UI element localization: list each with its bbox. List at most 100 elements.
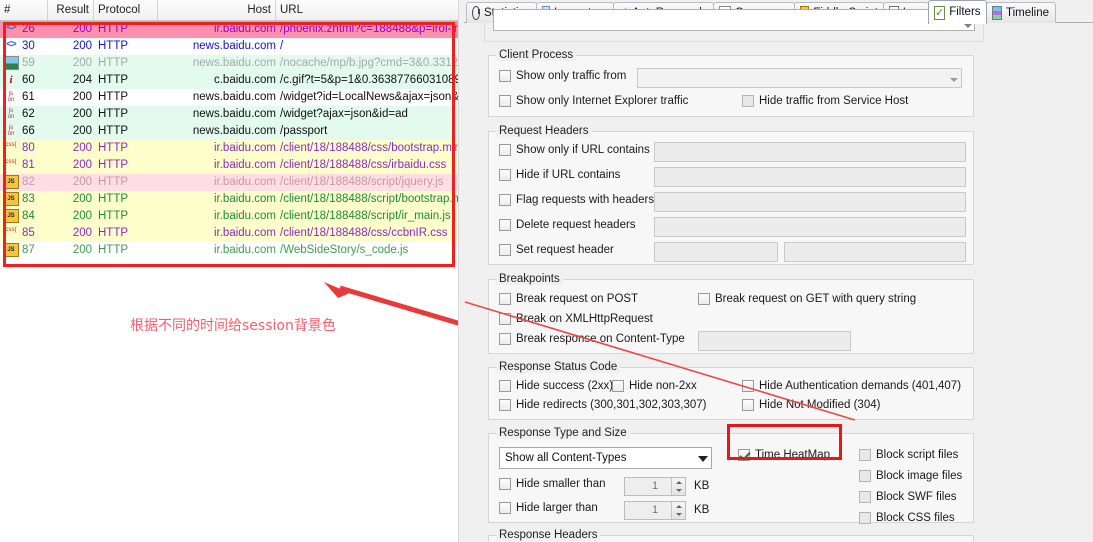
input-flag-requests-with-headers[interactable] [654, 192, 966, 212]
cell-number: 61 [22, 91, 35, 103]
stepper-arrows-icon[interactable] [671, 502, 685, 519]
filters-check-icon: ✓ [934, 5, 946, 20]
checkbox-box[interactable] [499, 219, 511, 231]
table-row[interactable]: css{85 200 HTTP ir.baidu.com/client/18/1884… [0, 225, 464, 242]
table-row[interactable]: css{80 200 HTTP ir.baidu.com/client/18/1884… [0, 140, 464, 157]
session-list-pane[interactable]: # Result Protocol Host URL < >26 200 HTTP i… [0, 0, 464, 542]
checkbox-box[interactable] [499, 95, 511, 107]
checkbox-set-request-header[interactable]: Set request header [499, 244, 614, 256]
stepper-hide-larger-than[interactable]: 1 [624, 501, 686, 520]
cell-protocol: HTTP [98, 91, 129, 103]
session-list-header: # Result Protocol Host URL [0, 0, 464, 21]
session-rows[interactable]: < > 26 200 HTTP ir.baidu.com/phoenix.zhtml?c… [0, 21, 464, 266]
chevron-down-icon [950, 78, 958, 82]
cell-host: news.baidu.com [192, 91, 276, 103]
table-row[interactable]: JS 82 200 HTTP ir.baidu.com/client/18/188488… [0, 174, 464, 191]
info-icon: i [9, 74, 13, 86]
table-row[interactable]: js on 66 200 HTTP news.baidu.com/passport [0, 123, 464, 140]
chevron-down-icon [964, 24, 972, 28]
cell-result: 200 [72, 57, 92, 69]
table-row[interactable]: JS 83 200 HTTP ir.baidu.com/client/18/188488… [0, 191, 464, 208]
cell-number: 66 [22, 125, 35, 137]
checkbox-box[interactable] [859, 449, 871, 461]
cell-result: 200 [72, 210, 92, 222]
cell-host: news.baidu.com [192, 57, 276, 69]
checkbox-flag-requests-with-headers[interactable]: Flag requests with headers [499, 194, 654, 206]
cell-protocol: HTTP [98, 193, 129, 205]
checkbox-hide-larger-than[interactable]: Hide larger than [499, 502, 598, 514]
checkbox-block-swf-files[interactable]: Block SWF files [859, 491, 957, 503]
group-response-headers: Response Headers [488, 529, 974, 542]
stepper-hide-smaller-than[interactable]: 1 [624, 477, 686, 496]
checkbox-hide-smaller-than[interactable]: Hide smaller than [499, 478, 605, 490]
checkbox-block-script-files[interactable]: Block script files [859, 449, 958, 461]
column-header-number[interactable]: # [0, 0, 48, 20]
table-row[interactable]: i 60 204 HTTP c.baidu.com/c.gif?t=5&p=1&0.36… [0, 72, 464, 89]
tab-filters[interactable]: ✓ Filters [928, 0, 987, 24]
checkbox-box[interactable] [859, 512, 871, 524]
input-show-only-if-url-contains[interactable] [654, 142, 966, 162]
checkbox-box[interactable] [742, 95, 754, 107]
checkbox-show-only-if-url-contains[interactable]: Show only if URL contains [499, 144, 650, 156]
checkbox-hide-if-url-contains[interactable]: Hide if URL contains [499, 169, 620, 181]
cell-host: news.baidu.com [192, 125, 276, 137]
cell-result: 200 [72, 176, 92, 188]
use-filters-combo[interactable] [493, 9, 975, 31]
stepper-arrows-icon[interactable] [671, 478, 685, 495]
cell-protocol: HTTP [98, 57, 129, 69]
table-row[interactable]: css{81 200 HTTP ir.baidu.com/client/18/1884… [0, 157, 464, 174]
table-row[interactable]: JS 87 200 HTTP ir.baidu.com/WebSideStory/s_c… [0, 242, 464, 259]
column-header-result[interactable]: Result [48, 0, 94, 20]
checkbox-label: Set request header [516, 244, 614, 256]
checkbox-box[interactable] [859, 491, 871, 503]
cell-host: ir.baidu.com [213, 193, 276, 205]
column-header-host[interactable]: Host [158, 0, 276, 20]
table-row[interactable]: JS 84 200 HTTP ir.baidu.com/client/18/188488… [0, 208, 464, 225]
checkbox-box[interactable] [499, 70, 511, 82]
checkbox-hide-service-host[interactable]: Hide traffic from Service Host [742, 95, 908, 107]
cell-result: 200 [72, 159, 92, 171]
checkbox-show-only-traffic-from[interactable]: Show only traffic from [499, 70, 626, 82]
checkbox-box[interactable] [738, 449, 750, 461]
group-label-request-headers: Request Headers [496, 125, 592, 137]
cell-protocol: HTTP [98, 159, 129, 171]
checkbox-block-css-files[interactable]: Block CSS files [859, 512, 955, 524]
input-hide-if-url-contains[interactable] [654, 167, 966, 187]
input-set-request-header-name[interactable] [654, 242, 778, 262]
table-row[interactable]: < > 26 200 HTTP ir.baidu.com/phoenix.zhtml?c… [0, 21, 464, 38]
input-delete-request-headers[interactable] [654, 217, 966, 237]
cell-protocol: HTTP [98, 125, 129, 137]
table-row[interactable]: < > 30 200 HTTP news.baidu.com / [0, 38, 464, 55]
input-set-request-header-value[interactable] [784, 242, 966, 262]
checkbox-box[interactable] [499, 194, 511, 206]
content-types-select[interactable]: Show all Content-Types [499, 447, 712, 469]
checkbox-box[interactable] [499, 502, 511, 514]
checkbox-box[interactable] [859, 470, 871, 482]
cell-number: 60 [22, 74, 35, 86]
checkbox-delete-request-headers[interactable]: Delete request headers [499, 219, 636, 231]
checkbox-box[interactable] [499, 478, 511, 490]
tab-timeline[interactable]: Timeline [986, 2, 1056, 23]
checkbox-show-only-ie-traffic[interactable]: Show only Internet Explorer traffic [499, 95, 688, 107]
checkbox-block-image-files[interactable]: Block image files [859, 470, 962, 482]
cell-protocol: HTTP [98, 74, 129, 86]
checkbox-box[interactable] [499, 169, 511, 181]
table-row[interactable]: js on 62 200 HTTP news.baidu.com/widget?ajax=… [0, 106, 464, 123]
client-process-select[interactable] [637, 68, 962, 88]
table-row[interactable]: js on 61 200 HTTP news.baidu.com/widget?id=Lo… [0, 89, 464, 106]
table-row[interactable]: 59 200 HTTP news.baidu.com/nocache/mp/b.jpg… [0, 55, 464, 72]
tab-label: Filters [949, 6, 981, 18]
checkbox-box[interactable] [499, 244, 511, 256]
checkbox-box[interactable] [499, 144, 511, 156]
cell-url: /client/18/188488/script/ir_main.js [280, 210, 451, 222]
checkbox-time-heatmap[interactable]: Time HeatMap [738, 449, 830, 461]
column-header-url[interactable]: URL [276, 0, 464, 20]
row-type-icon: < > [3, 39, 21, 54]
column-header-protocol[interactable]: Protocol [94, 0, 158, 20]
filters-panel: Client Process Show only traffic from Sh… [464, 9, 1093, 542]
cell-number: 87 [22, 244, 35, 256]
cell-protocol: HTTP [98, 210, 129, 222]
cell-number: 82 [22, 176, 35, 188]
cell-number: 83 [22, 193, 35, 205]
cell-url: /widget?id=LocalNews&ajax=json&t= [280, 91, 464, 103]
